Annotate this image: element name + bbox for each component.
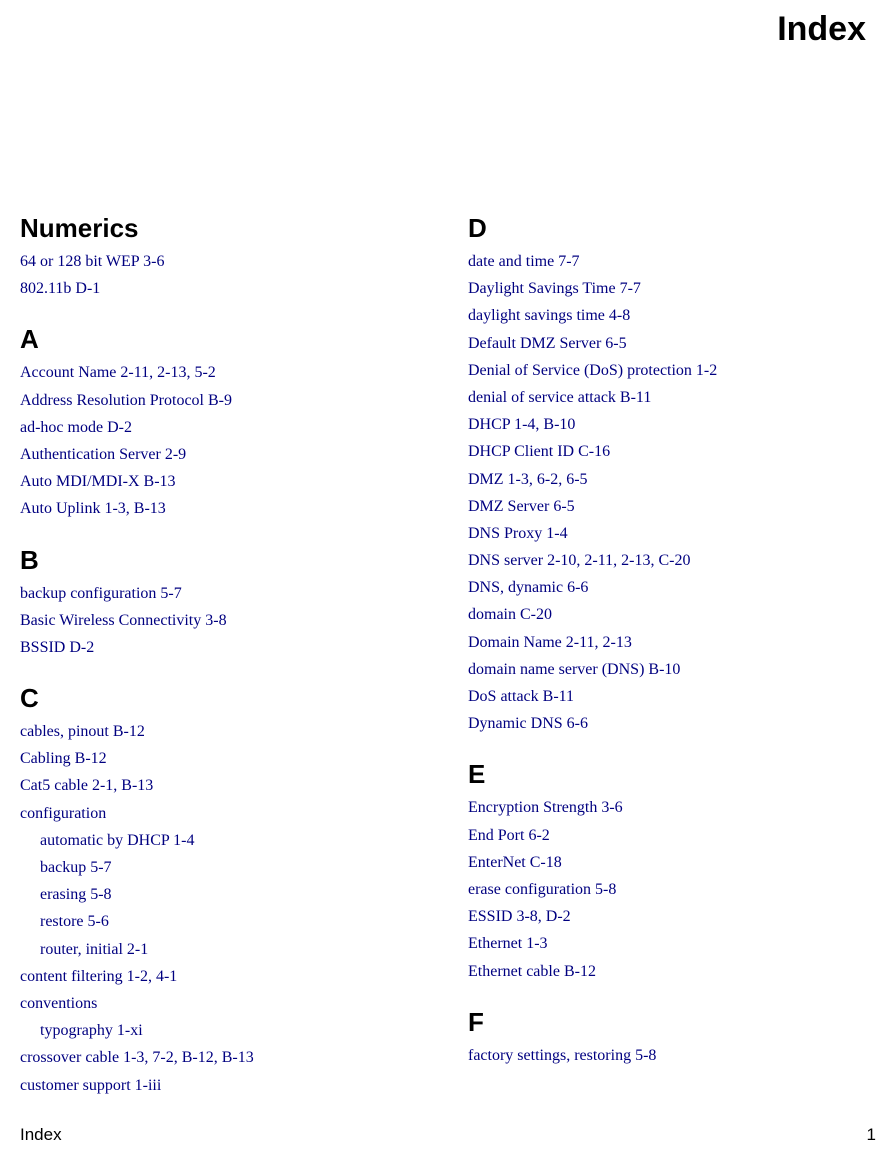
index-entry[interactable]: Account Name 2-11, 2-13, 5-2 — [20, 361, 418, 384]
index-section-heading: E — [468, 759, 866, 790]
index-entry[interactable]: erase configuration 5-8 — [468, 878, 866, 901]
index-entry[interactable]: DNS Proxy 1-4 — [468, 522, 866, 545]
index-entry[interactable]: Cabling B-12 — [20, 747, 418, 770]
left-column: Numerics 64 or 128 bit WEP 3-6 802.11b D-1… — [20, 189, 418, 1100]
index-entry[interactable]: Cat5 cable 2-1, B-13 — [20, 774, 418, 797]
index-section-heading: F — [468, 1007, 866, 1038]
right-column: Ddate and time 7-7 Daylight Savings Time … — [468, 189, 866, 1100]
index-entry[interactable]: factory settings, restoring 5-8 — [468, 1044, 866, 1067]
index-subentry[interactable]: router, initial 2-1 — [40, 938, 418, 961]
index-entry[interactable]: crossover cable 1-3, 7-2, B-12, B-13 — [20, 1046, 418, 1069]
index-entry[interactable]: DMZ 1-3, 6-2, 6-5 — [468, 468, 866, 491]
index-entry[interactable]: daylight savings time 4-8 — [468, 304, 866, 327]
index-entry[interactable]: Ethernet cable B-12 — [468, 960, 866, 983]
index-entry[interactable]: Auto Uplink 1-3, B-13 — [20, 497, 418, 520]
index-entry[interactable]: configuration — [20, 802, 418, 825]
index-entry[interactable]: Auto MDI/MDI-X B-13 — [20, 470, 418, 493]
index-columns: Numerics 64 or 128 bit WEP 3-6 802.11b D-1… — [20, 189, 866, 1100]
index-entry[interactable]: ESSID 3-8, D-2 — [468, 905, 866, 928]
index-subentry[interactable]: typography 1-xi — [40, 1019, 418, 1042]
index-entry[interactable]: Denial of Service (DoS) protection 1-2 — [468, 359, 866, 382]
index-subentry[interactable]: restore 5-6 — [40, 910, 418, 933]
index-subentry[interactable]: erasing 5-8 — [40, 883, 418, 906]
index-section-heading: D — [468, 213, 866, 244]
index-entry[interactable]: Authentication Server 2-9 — [20, 443, 418, 466]
index-entry[interactable]: End Port 6-2 — [468, 824, 866, 847]
index-entry[interactable]: backup configuration 5-7 — [20, 582, 418, 605]
footer-left: Index — [20, 1125, 62, 1145]
index-entry[interactable]: DNS, dynamic 6-6 — [468, 576, 866, 599]
index-entry[interactable]: Domain Name 2-11, 2-13 — [468, 631, 866, 654]
index-entry[interactable]: domain name server (DNS) B-10 — [468, 658, 866, 681]
index-entry[interactable]: Encryption Strength 3-6 — [468, 796, 866, 819]
page-title: Index — [20, 10, 866, 49]
index-entry[interactable]: DHCP Client ID C-16 — [468, 440, 866, 463]
index-entry[interactable]: BSSID D-2 — [20, 636, 418, 659]
index-entry[interactable]: 64 or 128 bit WEP 3-6 — [20, 250, 418, 273]
index-entry[interactable]: content filtering 1-2, 4-1 — [20, 965, 418, 988]
index-subentry[interactable]: backup 5-7 — [40, 856, 418, 879]
index-entry[interactable]: date and time 7-7 — [468, 250, 866, 273]
index-subentry[interactable]: automatic by DHCP 1-4 — [40, 829, 418, 852]
index-section-heading: A — [20, 324, 418, 355]
index-entry[interactable]: cables, pinout B-12 — [20, 720, 418, 743]
index-entry[interactable]: Basic Wireless Connectivity 3-8 — [20, 609, 418, 632]
index-entry[interactable]: DHCP 1-4, B-10 — [468, 413, 866, 436]
index-entry[interactable]: Daylight Savings Time 7-7 — [468, 277, 866, 300]
index-entry[interactable]: DMZ Server 6-5 — [468, 495, 866, 518]
index-entry[interactable]: Dynamic DNS 6-6 — [468, 712, 866, 735]
index-entry[interactable]: Default DMZ Server 6-5 — [468, 332, 866, 355]
index-entry[interactable]: customer support 1-iii — [20, 1074, 418, 1097]
index-entry[interactable]: domain C-20 — [468, 603, 866, 626]
footer-right: 1 — [867, 1125, 876, 1145]
page-footer: Index 1 — [20, 1125, 876, 1145]
index-entry[interactable]: ad-hoc mode D-2 — [20, 416, 418, 439]
index-entry[interactable]: EnterNet C-18 — [468, 851, 866, 874]
index-section-heading: Numerics — [20, 213, 418, 244]
index-entry[interactable]: Ethernet 1-3 — [468, 932, 866, 955]
index-entry[interactable]: denial of service attack B-11 — [468, 386, 866, 409]
index-entry[interactable]: DNS server 2-10, 2-11, 2-13, C-20 — [468, 549, 866, 572]
index-entry[interactable]: 802.11b D-1 — [20, 277, 418, 300]
index-section-heading: B — [20, 545, 418, 576]
index-entry[interactable]: conventions — [20, 992, 418, 1015]
index-entry[interactable]: Address Resolution Protocol B-9 — [20, 389, 418, 412]
index-entry[interactable]: DoS attack B-11 — [468, 685, 866, 708]
index-section-heading: C — [20, 683, 418, 714]
